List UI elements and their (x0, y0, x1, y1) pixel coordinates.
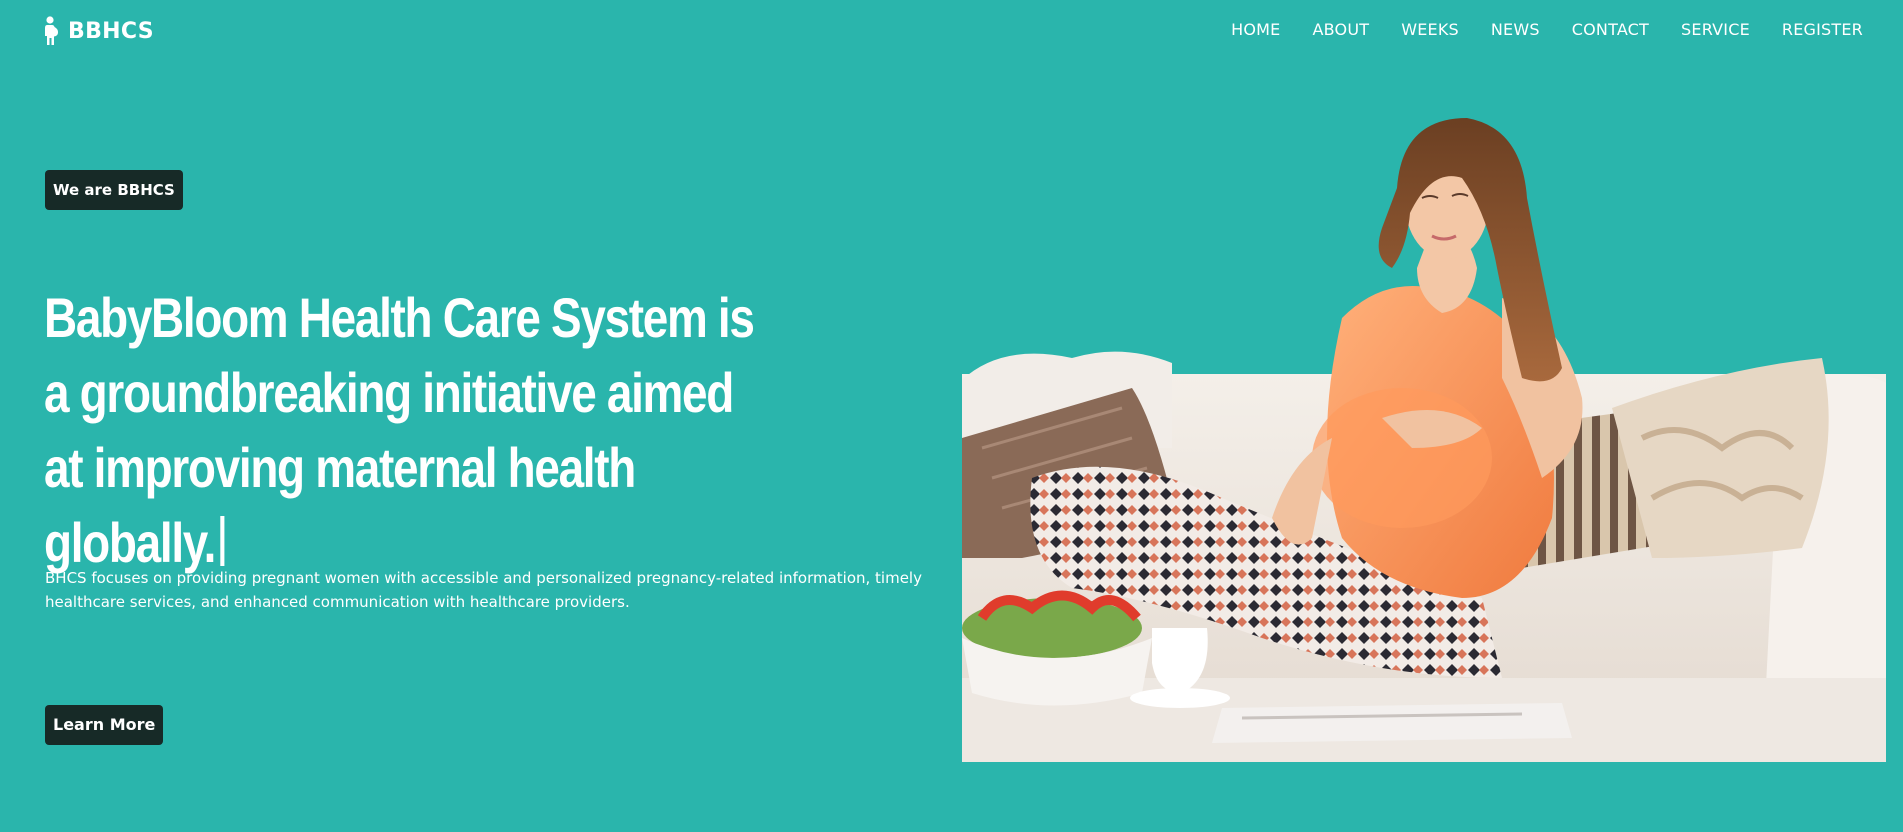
nav-item-contact: CONTACT (1572, 20, 1649, 39)
pregnant-woman-icon (45, 16, 59, 45)
nav-link-news[interactable]: NEWS (1491, 20, 1540, 39)
nav-link-home[interactable]: HOME (1231, 20, 1280, 39)
nav-item-register: REGISTER (1782, 20, 1863, 39)
nav-link-contact[interactable]: CONTACT (1572, 20, 1649, 39)
hero-headline-text: BabyBloom Health Care System is a ground… (44, 286, 755, 574)
nav-link-service[interactable]: SERVICE (1681, 20, 1750, 39)
nav-item-weeks: WEEKS (1401, 20, 1459, 39)
hero-description: BHCS focuses on providing pregnant women… (45, 569, 922, 611)
navbar: BBHCS HOME ABOUT WEEKS NEWS CONTACT SERV… (0, 0, 1903, 62)
nav-item-home: HOME (1231, 20, 1280, 39)
nav-link-register[interactable]: REGISTER (1782, 20, 1863, 39)
brand-logo[interactable]: BBHCS (42, 16, 154, 46)
hero-image (962, 118, 1886, 762)
nav-item-about: ABOUT (1312, 20, 1369, 39)
nav-link-about[interactable]: ABOUT (1312, 20, 1369, 39)
hero-badge: We are BBHCS (45, 170, 183, 210)
nav-item-service: SERVICE (1681, 20, 1750, 39)
page: BBHCS HOME ABOUT WEEKS NEWS CONTACT SERV… (0, 0, 1903, 832)
learn-more-button[interactable]: Learn More (45, 705, 164, 745)
nav-menu: HOME ABOUT WEEKS NEWS CONTACT SERVICE RE… (1231, 20, 1863, 39)
hero-headline: BabyBloom Health Care System is a ground… (44, 280, 766, 580)
pregnant-woman-on-sofa-photo (962, 118, 1886, 762)
typing-cursor (219, 516, 225, 566)
nav-item-news: NEWS (1491, 20, 1540, 39)
brand-name: BBHCS (68, 18, 154, 44)
nav-link-weeks[interactable]: WEEKS (1401, 20, 1459, 39)
